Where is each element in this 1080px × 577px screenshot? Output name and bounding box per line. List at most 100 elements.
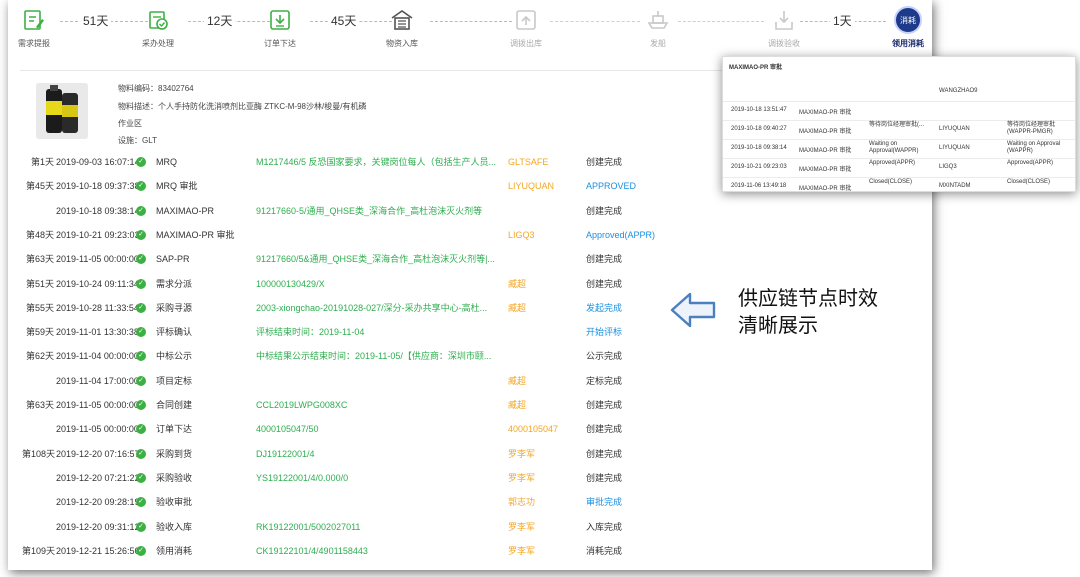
timestamp: 2019-12-20 07:16:57: [56, 448, 140, 459]
document-ref[interactable]: 2003-xiongchao-20191028-027/深分-采办共享中心-高杜…: [256, 296, 506, 320]
day-label: 第62天: [25, 351, 54, 362]
operator: 郭志功: [508, 497, 536, 508]
timestamp: 2019-11-05 00:00:00: [56, 424, 139, 435]
timeline-row[interactable]: 第62天 2019-11-04 00:00:00 中标公示 中标结果公示结束时间：20…: [8, 344, 932, 368]
day-label: 第108天: [22, 448, 56, 459]
timeline-row[interactable]: 第48天 2019-10-21 09:23:03 MAXIMAO-PR 审批 LIGQ…: [8, 223, 932, 247]
check-icon: ✓: [136, 229, 146, 240]
timeline-row[interactable]: 第109天 2019-12-21 15:26:50 领用消耗 CK19122101/4…: [8, 539, 932, 563]
step-transfer-out[interactable]: 调拨出库: [496, 6, 556, 49]
popup-remark: Approved(APPR): [1007, 160, 1054, 166]
check-icon: ✓: [136, 278, 146, 289]
popup-user: MXINTADM: [939, 183, 971, 189]
popup-row: 2019-10-18 13:51:47 MAXIMAO-PR 审批: [723, 100, 1075, 121]
document-ref[interactable]: DJ19122001/4: [256, 442, 506, 466]
process-stepper: 51天 12天 45天 1天 需求提报 采办处理 订单下达 物资入库 调拨出库 …: [8, 0, 932, 64]
timestamp: 2019-12-20 09:28:19: [56, 497, 140, 508]
step-label: 发船: [650, 39, 666, 48]
node-name: SAP-PR: [156, 254, 190, 265]
timeline-row[interactable]: 第63天 2019-11-05 00:00:00 SAP-PR 91217660/5&…: [8, 247, 932, 271]
timestamp: 2019-11-04 17:00:00: [56, 375, 139, 386]
step-duration: 12天: [204, 12, 236, 29]
timeline-row[interactable]: 第108天 2019-12-20 07:16:57 采购到货 DJ19122001/4…: [8, 442, 932, 466]
status-text[interactable]: 创建完成: [586, 150, 622, 174]
timeline-row[interactable]: 2019-11-05 00:00:00 订单下达 4000105047/50 4000…: [8, 417, 932, 441]
status-text[interactable]: 入库完成: [586, 515, 622, 539]
step-duration: 1天: [830, 12, 855, 29]
step-procurement[interactable]: 采办处理: [128, 6, 188, 49]
document-ref[interactable]: 91217660/5&通用_QHSE类_深海合作_高杜泡沫灭火剂等|...: [256, 247, 506, 271]
status-text[interactable]: Approved(APPR): [586, 223, 655, 247]
step-label: 采办处理: [142, 39, 174, 48]
popup-user: LIYUQUAN: [939, 126, 970, 132]
status-text[interactable]: 发起完成: [586, 296, 622, 320]
operator: 罗李军: [508, 545, 536, 556]
step-consume[interactable]: 消耗 领用消耗: [878, 6, 932, 49]
popup-status: Waiting on Approval(WAPPR): [869, 141, 919, 154]
timestamp: 2019-11-05 00:00:00: [56, 254, 139, 265]
node-name: MAXIMAO-PR: [156, 205, 215, 216]
day-label: 第109天: [22, 545, 56, 556]
status-text[interactable]: 定标完成: [586, 369, 622, 393]
popup-node: MAXIMAO-PR 审批: [799, 148, 852, 154]
edit-icon: [20, 6, 48, 34]
document-ref[interactable]: CK19122101/4/4901158443: [256, 539, 506, 563]
status-text[interactable]: 消耗完成: [586, 539, 622, 563]
timestamp: 2019-10-18 09:38:14: [56, 205, 140, 216]
status-text[interactable]: 创建完成: [586, 199, 622, 223]
status-text[interactable]: 创建完成: [586, 442, 622, 466]
operator: GLTSAFE: [508, 157, 549, 167]
step-icon-wrap: 消耗: [894, 6, 922, 34]
status-text[interactable]: 创建完成: [586, 417, 622, 441]
status-text[interactable]: APPROVED: [586, 174, 636, 198]
node-name: 验收入库: [156, 521, 193, 532]
status-text[interactable]: 创建完成: [586, 247, 622, 271]
operator: 臧超: [508, 278, 527, 289]
check-icon: ✓: [136, 472, 146, 483]
document-ref[interactable]: 4000105047/50: [256, 417, 506, 441]
popup-row: 2019-10-21 09:23:03 MAXIMAO-PR 审批 Approved…: [723, 157, 1075, 178]
timeline-row[interactable]: 第63天 2019-11-05 00:00:00 合同创建 CCL2019LWPG00…: [8, 393, 932, 417]
check-icon: ✓: [136, 497, 146, 508]
timestamp: 2019-12-21 15:26:50: [56, 545, 140, 556]
popup-time: 2019-10-18 09:40:27: [731, 126, 787, 132]
status-text[interactable]: 创建完成: [586, 272, 622, 296]
popup-node: MAXIMAO-PR 审批: [799, 110, 852, 116]
material-facility-label: 设施: [118, 136, 134, 145]
timeline-row[interactable]: 2019-11-04 17:00:00 项目定标 臧超 定标完成 ✓: [8, 369, 932, 393]
document-ref[interactable]: RK19122001/5002027011: [256, 515, 506, 539]
step-order[interactable]: 订单下达: [250, 6, 310, 49]
day-label: 第59天: [25, 327, 54, 338]
status-text[interactable]: 审批完成: [586, 490, 622, 514]
step-transfer-receive[interactable]: 调拨验收: [754, 6, 814, 49]
status-text[interactable]: 公示完成: [586, 344, 622, 368]
timeline-row[interactable]: 2019-12-20 09:28:19 验收审批 郭志功 审批完成 ✓: [8, 490, 932, 514]
timestamp: 2019-10-21 09:23:03: [56, 229, 140, 240]
operator: 罗李军: [508, 472, 536, 483]
popup-row: 2019-11-06 13:49:18 MAXIMAO-PR 审批 Closed(C…: [723, 176, 1075, 191]
step-warehouse-in[interactable]: 物资入库: [372, 6, 432, 49]
check-icon: ✓: [136, 351, 146, 362]
timeline-row[interactable]: 2019-12-20 07:21:22 采购验收 YS19122001/4/0.00…: [8, 466, 932, 490]
document-ref[interactable]: 91217660-5/通用_QHSE类_深海合作_高杜泡沫灭火剂等: [256, 199, 506, 223]
step-demand[interactable]: 需求提报: [8, 6, 64, 49]
timeline-row[interactable]: 2019-10-18 09:38:14 MAXIMAO-PR 91217660-5/…: [8, 199, 932, 223]
status-text[interactable]: 开始评标: [586, 320, 622, 344]
status-text[interactable]: 创建完成: [586, 393, 622, 417]
day-label: 第45天: [25, 181, 54, 192]
document-ref[interactable]: CCL2019LWPG008XC: [256, 393, 506, 417]
document-ref[interactable]: 中标结果公示结束时间：2019-11-05/【供应商：深圳市颐...: [256, 344, 506, 368]
document-ref[interactable]: YS19122001/4/0.000/0: [256, 466, 506, 490]
step-connector: [550, 21, 640, 22]
operator: 4000105047: [508, 424, 559, 435]
step-ship[interactable]: 发船: [628, 6, 688, 49]
material-desc-line: 物料描述：个人手持防化洗消喷剂比亚酶 ZTKC-M-98沙林/梭曼/有机磷: [118, 102, 367, 111]
status-text[interactable]: 创建完成: [586, 466, 622, 490]
document-ref[interactable]: 评标结束时间：2019-11-04: [256, 320, 506, 344]
timeline-row[interactable]: 2019-12-20 09:31:12 验收入库 RK19122001/500202…: [8, 515, 932, 539]
document-ref[interactable]: 100000130429/X: [256, 272, 506, 296]
node-name: 采购验收: [156, 472, 193, 483]
document-ref[interactable]: M1217446/5 反恐国家要求，关键岗位每人（包括生产人员...: [256, 150, 506, 174]
day-label: 第51天: [25, 278, 54, 289]
popup-remark: Closed(CLOSE): [1007, 179, 1051, 185]
